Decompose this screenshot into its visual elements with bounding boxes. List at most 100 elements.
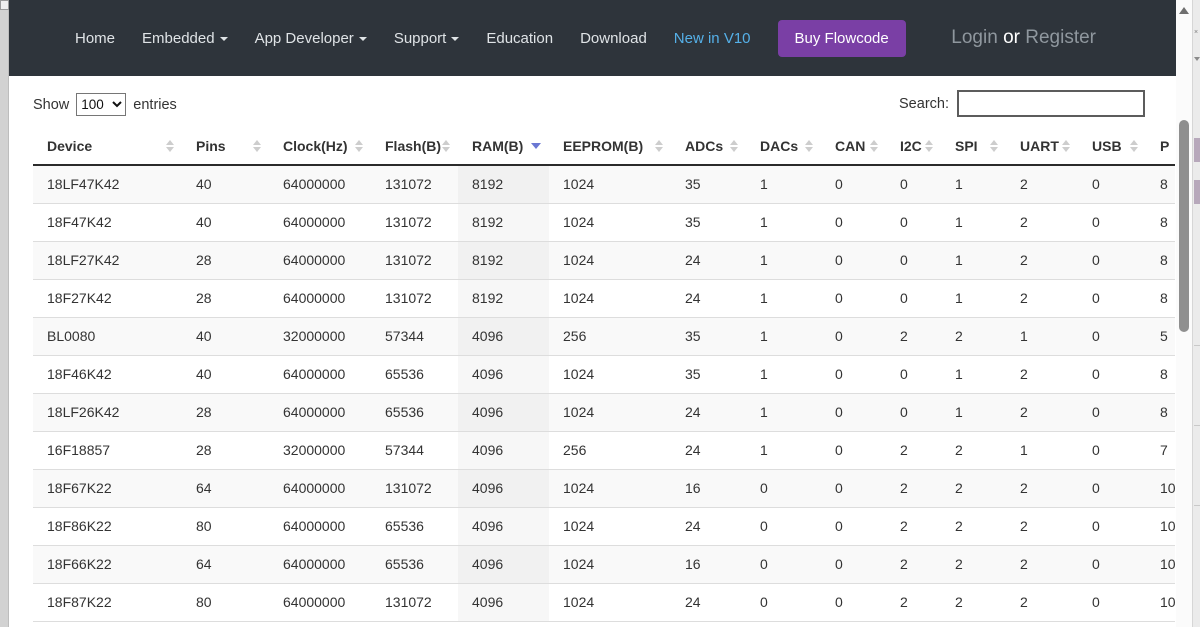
scrollbar-thumb[interactable]	[1179, 120, 1189, 332]
cell: 1	[941, 204, 1006, 242]
cell: 1024	[549, 546, 671, 584]
cell: 0	[821, 165, 886, 204]
cell: 2	[941, 318, 1006, 356]
cell: 1	[941, 280, 1006, 318]
nav-item-education[interactable]: Education	[486, 30, 553, 47]
cell: 131072	[371, 280, 458, 318]
cell: 1024	[549, 470, 671, 508]
cell: 2	[886, 432, 941, 470]
cell: 28	[182, 432, 269, 470]
column-header-adcs[interactable]: ADCs	[671, 128, 746, 165]
column-header-can[interactable]: CAN	[821, 128, 886, 165]
column-header-p[interactable]: P	[1146, 128, 1175, 165]
cell: 0	[1078, 546, 1146, 584]
nav-item-home[interactable]: Home	[75, 30, 115, 47]
column-header-ram-b-[interactable]: RAM(B)	[458, 128, 549, 165]
nav-item-app-developer[interactable]: App Developer	[255, 30, 367, 47]
table-row: 18F46K4240640000006553640961024351001208	[33, 356, 1175, 394]
column-header-flash-b-[interactable]: Flash(B)	[371, 128, 458, 165]
nav-item-embedded[interactable]: Embedded	[142, 30, 228, 47]
sort-both-icon	[1130, 140, 1138, 152]
column-label: Flash(B)	[385, 138, 441, 154]
cell: 2	[886, 470, 941, 508]
cell: 57344	[371, 432, 458, 470]
cell: 8	[1146, 356, 1175, 394]
column-header-i2c[interactable]: I2C	[886, 128, 941, 165]
cell: 24	[671, 508, 746, 546]
column-header-dacs[interactable]: DACs	[746, 128, 821, 165]
cell: 1024	[549, 242, 671, 280]
scrollbar-up-arrow-icon[interactable]	[1179, 7, 1189, 14]
cell: 64	[182, 546, 269, 584]
cell: 18LF26K42	[33, 394, 182, 432]
device-table: DevicePinsClock(Hz) Flash(B) RAM(B) EEPROM(…	[33, 128, 1175, 622]
table-row: 18F66K2264640000006553640961024160022201…	[33, 546, 1175, 584]
cell: 2	[1006, 280, 1078, 318]
cell: 8	[1146, 165, 1175, 204]
column-header-eeprom-b-[interactable]: EEPROM(B)	[549, 128, 671, 165]
cell: 2	[1006, 394, 1078, 432]
cell: 64000000	[269, 470, 371, 508]
cell: 64000000	[269, 356, 371, 394]
cell: 16	[671, 546, 746, 584]
nav-item-download[interactable]: Download	[580, 30, 647, 47]
cell: 28	[182, 280, 269, 318]
table-row: 18F86K2280640000006553640961024240022201…	[33, 508, 1175, 546]
cell: BL0080	[33, 318, 182, 356]
cell: 18LF47K42	[33, 165, 182, 204]
vertical-scrollbar[interactable]	[1176, 0, 1192, 627]
cell: 2	[1006, 470, 1078, 508]
cell: 24	[671, 280, 746, 318]
cell: 1	[941, 356, 1006, 394]
cell: 18F47K42	[33, 204, 182, 242]
sort-desc-icon	[531, 143, 541, 149]
cell: 28	[182, 242, 269, 280]
buy-flowcode-button[interactable]: Buy Flowcode	[778, 20, 906, 57]
search-control: Search:	[899, 90, 1145, 117]
search-input[interactable]	[957, 90, 1145, 117]
cell: 24	[671, 432, 746, 470]
cell: 8192	[458, 280, 549, 318]
login-link[interactable]: Login	[951, 27, 998, 48]
cell: 2	[1006, 204, 1078, 242]
cell: 0	[821, 584, 886, 622]
register-link[interactable]: Register	[1025, 27, 1096, 48]
cell: 10	[1146, 546, 1175, 584]
edge-mark	[1194, 425, 1200, 426]
table-body: 18LF47K424064000000131072819210243510012…	[33, 165, 1175, 622]
cell: 8	[1146, 280, 1175, 318]
cell: 0	[821, 470, 886, 508]
show-entries-select[interactable]: 100	[76, 93, 126, 116]
cell: 0	[746, 508, 821, 546]
cell: 8	[1146, 394, 1175, 432]
cell: 64000000	[269, 584, 371, 622]
column-header-device[interactable]: Device	[33, 128, 182, 165]
cell: 64	[182, 470, 269, 508]
column-header-uart[interactable]: UART	[1006, 128, 1078, 165]
cell: 0	[1078, 318, 1146, 356]
show-entries-control: Show 100 entries	[33, 93, 177, 116]
cell: 32000000	[269, 432, 371, 470]
sort-both-icon	[655, 140, 663, 152]
cell: 8	[1146, 204, 1175, 242]
cell: 0	[821, 280, 886, 318]
column-label: USB	[1092, 138, 1122, 154]
column-header-clock-hz-[interactable]: Clock(Hz)	[269, 128, 371, 165]
cell: 2	[1006, 584, 1078, 622]
column-header-usb[interactable]: USB	[1078, 128, 1146, 165]
nav-item-new-in-v10[interactable]: New in V10	[674, 30, 751, 47]
column-header-pins[interactable]: Pins	[182, 128, 269, 165]
nav-item-support[interactable]: Support	[394, 30, 460, 47]
cell: 5	[1146, 318, 1175, 356]
cell: 28	[182, 394, 269, 432]
cell: 8192	[458, 165, 549, 204]
column-label: CAN	[835, 138, 865, 154]
header-row: DevicePinsClock(Hz) Flash(B) RAM(B) EEPROM(…	[33, 128, 1175, 165]
cell: 0	[886, 165, 941, 204]
cell: 0	[886, 204, 941, 242]
column-header-spi[interactable]: SPI	[941, 128, 1006, 165]
cell: 4096	[458, 394, 549, 432]
column-label: EEPROM(B)	[563, 138, 643, 154]
cell: 131072	[371, 204, 458, 242]
cell: 2	[1006, 165, 1078, 204]
